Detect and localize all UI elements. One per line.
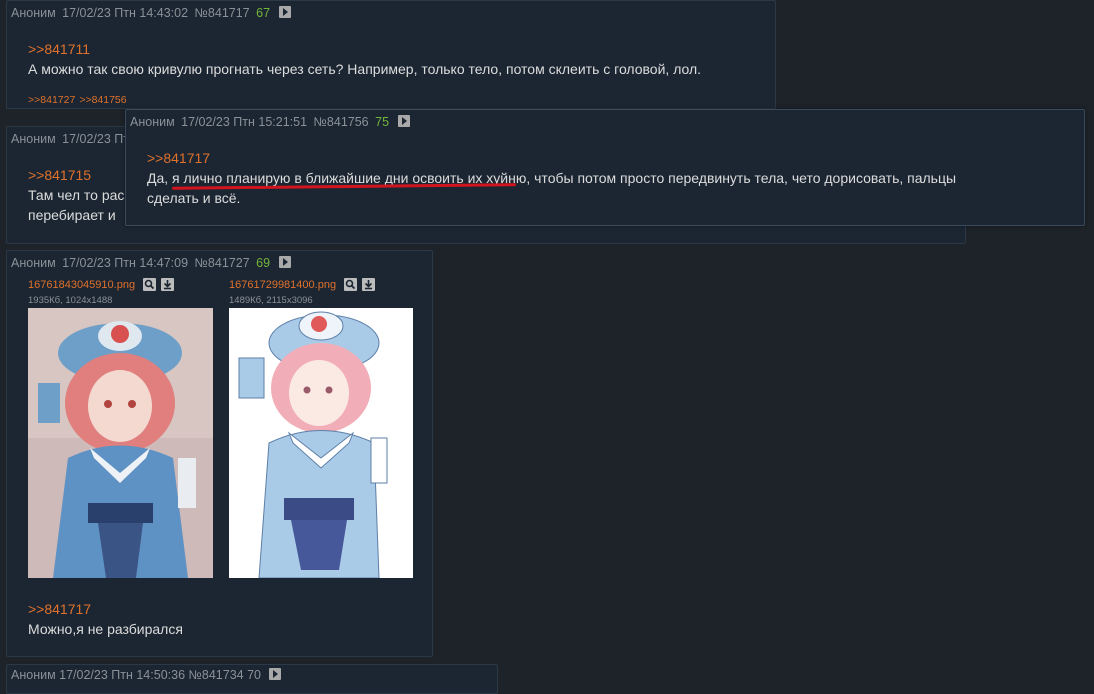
post-date: 17/02/23 Птн 14:43:02 xyxy=(62,6,189,20)
reply-link[interactable]: >>841717 xyxy=(147,150,210,166)
poster-name: Аноним xyxy=(130,115,175,129)
play-icon[interactable] xyxy=(397,115,410,127)
post-header: Аноним 17/02/23 Птн 14:47:09 №841727 69 xyxy=(11,256,294,270)
reply-backlink[interactable]: >>841756 xyxy=(79,94,126,106)
post-841717: Аноним 17/02/23 Птн 14:43:02 №841717 67 … xyxy=(6,0,776,109)
post-count: 67 xyxy=(256,6,271,20)
play-icon[interactable] xyxy=(269,668,282,680)
post-text: Да, я лично планирую в ближайшие дни осв… xyxy=(147,170,957,186)
reply-link[interactable]: >>841717 xyxy=(28,601,91,617)
reply-link[interactable]: >>841715 xyxy=(28,167,91,183)
image-thumbnail[interactable] xyxy=(28,308,213,578)
post-text: А можно так свою кривулю прогнать через … xyxy=(28,61,702,77)
play-icon[interactable] xyxy=(278,256,291,268)
magnifier-icon[interactable] xyxy=(143,278,156,291)
post-date: 17/02/23 Птн 15:21:51 xyxy=(181,115,308,129)
post-count: 69 xyxy=(256,256,271,270)
post-number[interactable]: №841756 xyxy=(314,115,369,129)
file-name[interactable]: 16761843045910.png xyxy=(28,279,135,291)
post-number[interactable]: №841727 xyxy=(195,256,250,270)
popup-post-841756: Аноним 17/02/23 Птн 15:21:51 №841756 75 … xyxy=(125,109,1085,226)
file-meta: 1489Кб, 2115x3096 xyxy=(229,295,313,306)
file-name[interactable]: 16761729981400.png xyxy=(229,279,336,291)
image-thumbnail[interactable] xyxy=(229,308,413,578)
poster-name: Аноним xyxy=(11,132,56,146)
post-number[interactable]: №841717 xyxy=(195,6,250,20)
post-header: Аноним 17/02/23 Птн 14:50:36 №841734 70 xyxy=(11,668,284,682)
magnifier-icon[interactable] xyxy=(344,278,357,291)
post-841727: Аноним 17/02/23 Птн 14:47:09 №841727 69 … xyxy=(6,250,433,657)
post-count: 75 xyxy=(375,115,390,129)
download-icon[interactable] xyxy=(362,278,375,291)
poster-name: Аноним xyxy=(11,256,56,270)
file-meta: 1935Кб, 1024x1488 xyxy=(28,295,113,306)
post-text: сделать и всё. xyxy=(147,190,241,206)
poster-name: Аноним xyxy=(11,6,56,20)
reply-backlink[interactable]: >>841727 xyxy=(28,94,75,106)
play-icon[interactable] xyxy=(278,6,291,18)
reply-link[interactable]: >>841711 xyxy=(28,41,90,57)
post-text: Можно,я не разбирался xyxy=(28,621,183,637)
post-header: Аноним 17/02/23 Птн 14:43:02 №841717 67 xyxy=(11,6,294,20)
download-icon[interactable] xyxy=(161,278,174,291)
post-date: 17/02/23 Птн 14:47:09 xyxy=(62,256,189,270)
post-header-partial: Аноним 17/02/23 Птн 14:50:36 №841734 70 xyxy=(11,668,261,682)
post-841734: Аноним 17/02/23 Птн 14:50:36 №841734 70 xyxy=(6,664,498,694)
post-text: Там чел то рас xyxy=(28,187,125,203)
post-header: Аноним 17/02/23 Птн 15:21:51 №841756 75 xyxy=(130,115,413,129)
post-text: перебирает и xyxy=(28,207,116,223)
replies: >>841727 >>841756 xyxy=(28,94,131,106)
